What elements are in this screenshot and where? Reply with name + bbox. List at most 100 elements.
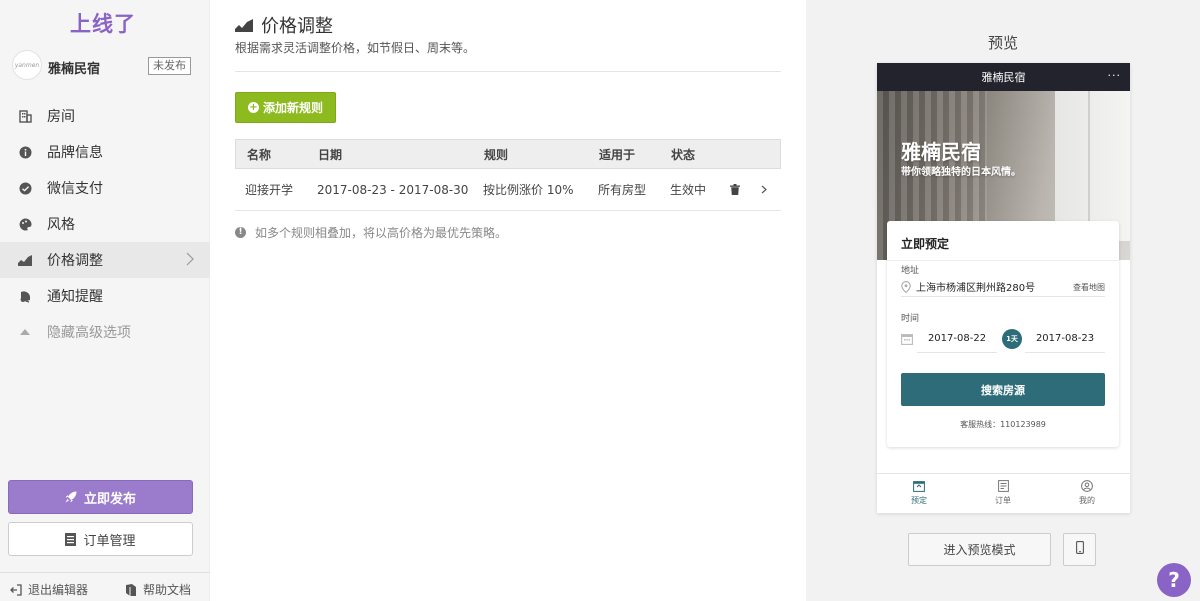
mobile-device-button[interactable] xyxy=(1063,533,1096,566)
sidebar-item-label: 通知提醒 xyxy=(47,289,103,305)
sidebar-item-price-adjust[interactable]: 价格调整 xyxy=(0,242,210,278)
phone-title-bar: 雅楠民宿 ··· xyxy=(877,63,1130,91)
phone-bar-title: 雅楠民宿 xyxy=(981,71,1026,84)
header-status: 状态 xyxy=(671,147,696,162)
add-rule-button[interactable]: + 添加新规则 xyxy=(235,92,336,123)
chart-icon xyxy=(18,253,32,267)
page-description: 根据需求灵活调整价格，如节假日、周末等。 xyxy=(235,41,476,55)
address-label: 地址 xyxy=(901,266,920,276)
nights-badge: 1天 xyxy=(1002,329,1022,349)
exit-label: 退出编辑器 xyxy=(28,583,89,597)
enter-preview-mode-button[interactable]: 进入预览模式 xyxy=(908,533,1051,566)
help-label: 帮助文档 xyxy=(143,583,192,597)
sidebar-item-label: 微信支付 xyxy=(47,181,103,197)
calendar-icon xyxy=(901,333,913,345)
caret-up-icon xyxy=(18,325,32,339)
status-badge: 未发布 xyxy=(148,57,191,75)
phone-tab-bar: 预定 订单 我的 xyxy=(877,473,1130,513)
shop-info: yanmen 雅楠民宿 未发布 xyxy=(12,50,198,82)
cell-name: 迎接开学 xyxy=(245,183,294,197)
question-mark-icon: ? xyxy=(1168,568,1180,592)
cell-rule: 按比例涨价 10% xyxy=(483,183,574,197)
sidebar-item-advanced-toggle[interactable]: 隐藏高级选项 xyxy=(0,314,210,350)
chevron-right-icon[interactable] xyxy=(761,169,767,210)
table-row[interactable]: 迎接开学 2017-08-23 - 2017-08-30 按比例涨价 10% 所… xyxy=(235,169,781,211)
more-icon[interactable]: ··· xyxy=(1108,69,1122,82)
tab-label: 订单 xyxy=(995,496,1011,505)
date-range: 2017-08-22 1天 2017-08-23 xyxy=(901,325,1105,353)
divider xyxy=(887,260,1119,261)
rules-note: ! 如多个规则相叠加，将以高价格为最优先策略。 xyxy=(235,224,507,241)
hero-title: 雅楠民宿 xyxy=(901,140,981,164)
help-fab-button[interactable]: ? xyxy=(1157,563,1191,597)
tab-booking[interactable]: 预定 xyxy=(877,480,961,506)
price-rules-table: 名称 日期 规则 适用于 状态 迎接开学 2017-08-23 - 2017-0… xyxy=(235,139,781,211)
view-map-link[interactable]: 查看地图 xyxy=(1073,282,1105,293)
help-docs-link[interactable]: 帮助文档 xyxy=(125,581,191,598)
document-icon xyxy=(961,480,1045,492)
address-value: 上海市杨浦区荆州路280号 xyxy=(916,283,1036,294)
note-text: 如多个规则相叠加，将以高价格为最优先策略。 xyxy=(255,226,508,240)
orders-label: 订单管理 xyxy=(83,533,136,549)
user-icon xyxy=(1045,480,1129,492)
sign-out-icon xyxy=(10,583,22,596)
page-title: 价格调整 xyxy=(235,12,333,38)
sidebar-item-style[interactable]: 风格 xyxy=(0,206,210,242)
palette-icon xyxy=(18,217,32,231)
bell-icon xyxy=(18,289,32,303)
cell-applies: 所有房型 xyxy=(598,183,647,197)
preview-title: 预览 xyxy=(987,34,1018,52)
header-rule: 规则 xyxy=(484,147,509,162)
header-name: 名称 xyxy=(247,147,272,162)
shop-avatar: yanmen xyxy=(12,50,42,80)
add-rule-label: 添加新规则 xyxy=(262,101,323,115)
sidebar-item-wechat-pay[interactable]: 微信支付 xyxy=(0,170,210,206)
header-applies: 适用于 xyxy=(599,147,636,162)
sidebar-item-label: 隐藏高级选项 xyxy=(47,325,131,341)
trash-icon[interactable] xyxy=(730,169,740,210)
main-content: 价格调整 根据需求灵活调整价格，如节假日、周末等。 + 添加新规则 名称 日期 … xyxy=(211,0,806,601)
calendar-icon xyxy=(877,480,961,492)
exit-editor-link[interactable]: 退出编辑器 xyxy=(10,581,88,598)
info-icon xyxy=(18,145,32,159)
plus-circle-icon: + xyxy=(247,102,259,113)
tab-orders[interactable]: 订单 xyxy=(961,480,1045,506)
sidebar-item-label: 价格调整 xyxy=(47,253,103,269)
document-icon xyxy=(65,532,77,546)
preview-panel: 预览 雅楠民宿 ··· 雅楠民宿 带你领略独特的日本风情。 立即预定 地址 上海… xyxy=(806,0,1200,601)
page-title-text: 价格调整 xyxy=(261,16,333,37)
sidebar-item-label: 房间 xyxy=(47,109,75,125)
search-rooms-button[interactable]: 搜索房源 xyxy=(901,373,1105,406)
tab-profile[interactable]: 我的 xyxy=(1045,480,1129,506)
rocket-icon xyxy=(65,491,77,503)
header-date: 日期 xyxy=(318,147,343,162)
table-header: 名称 日期 规则 适用于 状态 xyxy=(235,139,781,169)
tab-label: 预定 xyxy=(911,496,927,505)
app-logo[interactable]: 上线了 xyxy=(70,8,136,38)
checkin-date[interactable]: 2017-08-22 xyxy=(917,325,997,353)
sidebar-item-label: 风格 xyxy=(47,217,75,233)
address-field[interactable]: 上海市杨浦区荆州路280号 查看地图 xyxy=(901,277,1105,297)
time-label: 时间 xyxy=(901,314,920,324)
shop-name: 雅楠民宿 xyxy=(48,62,101,77)
chevron-right-icon xyxy=(186,252,194,270)
publish-label: 立即发布 xyxy=(83,491,136,507)
order-management-button[interactable]: 订单管理 xyxy=(8,522,193,556)
publish-button[interactable]: 立即发布 xyxy=(8,480,193,514)
sidebar-item-label: 品牌信息 xyxy=(47,145,103,161)
booking-title: 立即预定 xyxy=(901,237,950,251)
chart-icon xyxy=(235,18,253,32)
checkout-date[interactable]: 2017-08-23 xyxy=(1025,325,1105,353)
hero-window-frame xyxy=(1088,91,1090,241)
sidebar-item-rooms[interactable]: 房间 xyxy=(0,98,210,134)
tab-label: 我的 xyxy=(1079,496,1095,505)
sidebar-footer: 退出编辑器 帮助文档 xyxy=(0,572,210,601)
sidebar-nav: 房间 品牌信息 微信支付 风格 价格调整 通知提醒 隐藏高级选项 xyxy=(0,98,210,350)
hero-subtitle: 带你领略独特的日本风情。 xyxy=(901,167,1021,178)
sidebar-item-brand[interactable]: 品牌信息 xyxy=(0,134,210,170)
mobile-phone-icon xyxy=(1075,541,1084,558)
sidebar-item-notifications[interactable]: 通知提醒 xyxy=(0,278,210,314)
hero-window xyxy=(1055,91,1130,241)
booking-card: 立即预定 地址 上海市杨浦区荆州路280号 查看地图 时间 2017-08-22… xyxy=(887,221,1119,447)
cell-status: 生效中 xyxy=(670,183,707,197)
